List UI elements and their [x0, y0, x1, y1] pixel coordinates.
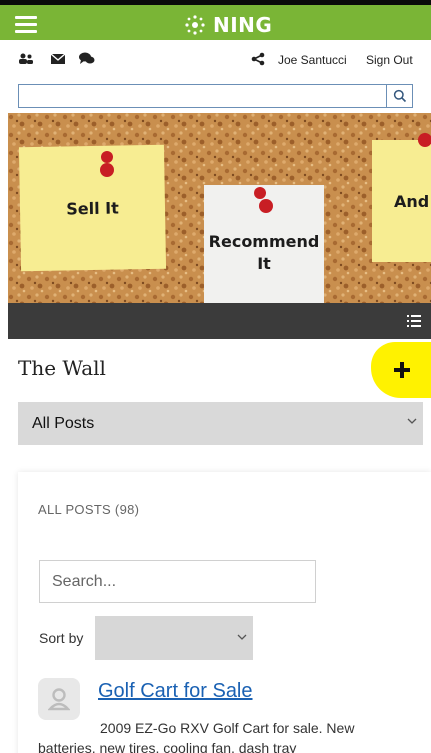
- avatar[interactable]: [38, 678, 80, 720]
- chat-icon[interactable]: [79, 52, 95, 66]
- post-title-link[interactable]: Golf Cart for Sale: [98, 680, 253, 703]
- sort-by-select[interactable]: [95, 616, 253, 660]
- sticky-note-text: Recommend It: [208, 232, 320, 273]
- pushpin-icon: [100, 163, 114, 177]
- sort-by-label: Sort by: [39, 630, 84, 646]
- site-search-button[interactable]: [386, 85, 412, 107]
- chevron-down-icon: [407, 418, 417, 424]
- share-icon[interactable]: [250, 52, 266, 66]
- posts-search: [39, 560, 316, 603]
- pushpin-icon: [101, 151, 113, 163]
- user-icon: [48, 688, 70, 711]
- page-title: The Wall: [18, 356, 106, 380]
- mail-icon[interactable]: [50, 52, 66, 66]
- site-search-input[interactable]: [19, 85, 387, 107]
- user-name-link[interactable]: Joe Santucci: [278, 53, 347, 67]
- list-menu-icon[interactable]: [407, 315, 421, 327]
- posts-panel: ALL POSTS (98) Sort by Golf Cart for Sal…: [18, 472, 431, 753]
- posts-search-input[interactable]: [40, 561, 315, 602]
- sticky-note-sell-it: Sell It: [18, 144, 167, 272]
- pushpin-icon: [418, 133, 431, 147]
- members-icon[interactable]: [18, 52, 34, 66]
- posts-filter-select[interactable]: All Posts: [18, 402, 423, 445]
- search-icon: [393, 89, 406, 103]
- menu-icon[interactable]: [15, 16, 37, 34]
- posts-count-heading: ALL POSTS (98): [38, 502, 140, 517]
- user-bar: Joe Santucci Sign Out: [0, 40, 431, 78]
- chevron-down-icon: [237, 634, 247, 640]
- sign-out-link[interactable]: Sign Out: [366, 53, 413, 67]
- pushpin-icon: [254, 187, 266, 199]
- sticky-note-text: Sell It: [66, 198, 119, 218]
- list-item: Golf Cart for Sale 2009 EZ-Go RXV Golf C…: [38, 678, 418, 753]
- ning-logo-icon: [185, 15, 205, 35]
- pushpin-icon: [259, 199, 273, 213]
- sticky-note-text: And: [394, 191, 430, 211]
- top-bar: NING: [0, 0, 431, 40]
- site-search: [18, 84, 413, 108]
- nav-bar: [8, 303, 431, 339]
- header-banner: Sell It Recommend It And: [8, 113, 431, 303]
- plus-icon: [394, 362, 410, 378]
- post-excerpt: 2009 EZ-Go RXV Golf Cart for sale. New b…: [38, 720, 355, 753]
- logo-text: NING: [213, 13, 273, 37]
- posts-filter-value: All Posts: [32, 414, 95, 432]
- sticky-note-and: And: [372, 140, 431, 262]
- ning-logo[interactable]: NING: [182, 10, 272, 40]
- add-post-button[interactable]: [371, 342, 431, 398]
